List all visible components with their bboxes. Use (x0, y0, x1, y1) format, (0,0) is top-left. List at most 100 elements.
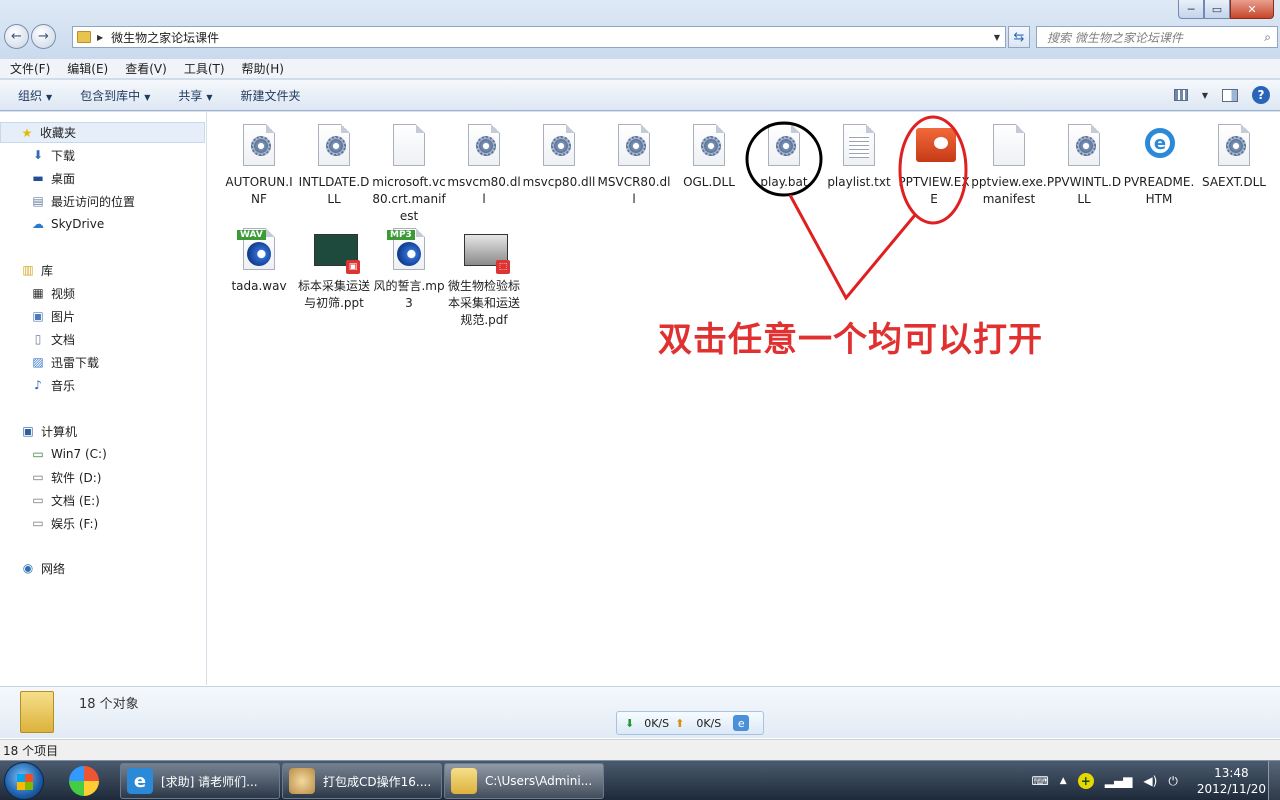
blank-file-icon (987, 124, 1031, 172)
sidebar-computer-label: 计算机 (41, 424, 78, 439)
signal-icon[interactable]: ▂▄▆ (1105, 774, 1133, 788)
file-item-playlist-txt[interactable]: playlist.txt (821, 124, 897, 191)
preview-pane-icon[interactable] (1222, 88, 1238, 102)
config-gear-icon (237, 124, 281, 172)
mp3-tag: MP3 (387, 230, 415, 240)
pinned-app-icon[interactable] (60, 764, 108, 798)
refresh-button[interactable]: ⇆ (1008, 26, 1030, 48)
file-item-ppvwintl-dll[interactable]: PPVWINTL.DLL (1046, 124, 1122, 208)
menu-help[interactable]: 帮助(H) (232, 60, 291, 77)
sidebar-item-drive-d[interactable]: ▭ 软件 (D:) (30, 467, 101, 487)
file-item-saext-dll[interactable]: SAEXT.DLL (1196, 124, 1272, 191)
forward-button[interactable]: → (31, 24, 56, 49)
sidebar-item-recent-places[interactable]: ▤ 最近访问的位置 (30, 191, 135, 211)
file-item-msvcm80-dll[interactable]: msvcm80.dll (446, 124, 522, 208)
include-in-library-button[interactable]: 包含到库中 ▼ (62, 87, 160, 104)
file-item-msvcp80-dll[interactable]: msvcp80.dll (521, 124, 597, 191)
desktop-icon: ▬ (32, 171, 44, 185)
file-item-pdf[interactable]: ⬚ 微生物检验标本采集和运送规范.pdf (446, 228, 522, 329)
taskbar-button-paint[interactable]: 打包成CD操作16.... (282, 763, 442, 799)
share-button[interactable]: 共享 ▼ (160, 87, 222, 104)
computer-icon: ▣ (22, 424, 34, 438)
hard-drive-icon: ▭ (32, 470, 44, 484)
sidebar-item-videos[interactable]: ▦ 视频 (30, 283, 75, 303)
star-icon: ★ (21, 125, 33, 140)
sidebar-favorites[interactable]: ★ 收藏夹 (0, 122, 205, 143)
browser-icon[interactable]: e (733, 715, 750, 731)
breadcrumb-arrow-icon[interactable]: ▶ (97, 33, 103, 42)
sidebar-item-pictures[interactable]: ▣ 图片 (30, 306, 75, 326)
file-item-ogl-dll[interactable]: OGL.DLL (671, 124, 747, 191)
sidebar-item-label: 图片 (51, 309, 76, 324)
menu-bar: 文件(F) 编辑(E) 查看(V) 工具(T) 帮助(H) (0, 59, 1280, 79)
change-view-icon[interactable] (1173, 89, 1188, 101)
show-desktop-button[interactable] (1268, 761, 1280, 800)
file-name: tada.wav (231, 279, 287, 293)
sidebar-item-xunlei-downloads[interactable]: ▨ 迅雷下载 (30, 352, 99, 372)
file-item-ppt-presentation[interactable]: ▣ 标本采集运送与初筛.ppt (296, 228, 372, 312)
update-plus-icon[interactable]: + (1077, 773, 1094, 789)
file-item-mp3[interactable]: MP3 风的誓言.mp3 (371, 228, 447, 312)
search-icon[interactable]: ⌕ (1264, 30, 1271, 45)
volume-icon[interactable]: ◀) (1143, 774, 1157, 788)
sidebar-computer[interactable]: ▣ 计算机 (20, 421, 77, 441)
power-plug-icon[interactable]: ⏻ (1168, 774, 1178, 789)
file-item-pptview-manifest[interactable]: pptview.exe.manifest (971, 124, 1047, 208)
config-gear-icon (1212, 124, 1256, 172)
menu-file[interactable]: 文件(F) (0, 60, 57, 77)
help-icon[interactable]: ? (1252, 86, 1270, 104)
file-item-tada-wav[interactable]: WAV tada.wav (221, 228, 297, 295)
file-item-play-bat[interactable]: play.bat (746, 124, 822, 191)
menu-tools[interactable]: 工具(T) (174, 60, 232, 77)
address-path[interactable]: 微生物之家论坛课件 (111, 29, 219, 46)
sidebar-item-drive-c[interactable]: ▭ Win7 (C:) (30, 444, 106, 464)
sidebar-item-documents[interactable]: ▯ 文档 (30, 329, 75, 349)
address-history-dropdown-icon[interactable]: ▼ (989, 33, 1005, 42)
organize-button[interactable]: 组织 ▼ (0, 87, 62, 104)
keyboard-icon[interactable]: ⌨ (1031, 774, 1048, 788)
hard-drive-icon: ▭ (32, 516, 44, 530)
file-name: PPVWINTL.DLL (1046, 175, 1122, 206)
file-item-vc80-manifest[interactable]: microsoft.vc80.crt.manifest (371, 124, 447, 225)
sidebar-item-skydrive[interactable]: ☁ SkyDrive (30, 214, 104, 234)
menu-view[interactable]: 查看(V) (115, 60, 174, 77)
file-item-msvcr80-dll[interactable]: MSVCR80.dll (596, 124, 672, 208)
search-input[interactable]: 搜索 微生物之家论坛课件 (1047, 29, 1183, 46)
view-options-dropdown-icon[interactable]: ▼ (1202, 91, 1208, 100)
sidebar-item-downloads[interactable]: ⬇ 下载 (30, 145, 75, 165)
sidebar-item-label: 娱乐 (F:) (51, 516, 99, 531)
sidebar-libraries-label: 库 (41, 263, 54, 278)
taskbar-button-browser[interactable]: e [求助] 请老师们... (120, 763, 280, 799)
sidebar-item-desktop[interactable]: ▬ 桌面 (30, 168, 75, 188)
minimize-button[interactable]: ─ (1178, 0, 1204, 19)
sidebar-network[interactable]: ◉ 网络 (20, 558, 65, 578)
close-button[interactable]: ✕ (1230, 0, 1274, 19)
sidebar-item-drive-f[interactable]: ▭ 娱乐 (F:) (30, 513, 98, 533)
sidebar-libraries[interactable]: ▥ 库 (20, 260, 53, 280)
search-box[interactable]: 搜索 微生物之家论坛课件 ⌕ (1036, 26, 1278, 48)
taskbar-button-explorer[interactable]: C:\Users\Admini... (444, 763, 604, 799)
sidebar-item-music[interactable]: ♪ 音乐 (30, 375, 75, 395)
new-folder-button[interactable]: 新建文件夹 (223, 87, 311, 104)
address-bar[interactable]: ▶ 微生物之家论坛课件 ▼ (72, 26, 1006, 48)
sidebar-item-label: 文档 (E:) (51, 493, 100, 508)
file-name: PPTVIEW.EXE (898, 175, 970, 206)
show-hidden-icons-icon[interactable]: ▲ (1060, 776, 1067, 786)
refresh-icon: ⇆ (1013, 29, 1025, 45)
video-icon: ▦ (32, 286, 44, 300)
maximize-button[interactable]: ▭ (1204, 0, 1230, 19)
file-item-autorun-inf[interactable]: AUTORUN.INF (221, 124, 297, 208)
menu-edit[interactable]: 编辑(E) (57, 60, 115, 77)
file-item-pvreadme-htm[interactable]: e PVREADME.HTM (1121, 124, 1197, 208)
clock[interactable]: 13:48 2012/11/20 (1197, 765, 1266, 797)
pictures-icon: ▣ (32, 309, 44, 323)
file-item-pptview-exe[interactable]: PPTVIEW.EXE (896, 124, 972, 208)
sidebar-item-drive-e[interactable]: ▭ 文档 (E:) (30, 490, 100, 510)
file-name: PVREADME.HTM (1123, 175, 1195, 206)
internet-explorer-icon: e (127, 768, 153, 794)
speed-widget[interactable]: ⬇ 0K/S ⬆ 0K/S e (616, 711, 764, 735)
back-button[interactable]: ← (4, 24, 29, 49)
start-button[interactable] (4, 762, 44, 800)
file-item-intldate-dll[interactable]: INTLDATE.DLL (296, 124, 372, 208)
sidebar-item-label: 迅雷下载 (51, 355, 100, 370)
